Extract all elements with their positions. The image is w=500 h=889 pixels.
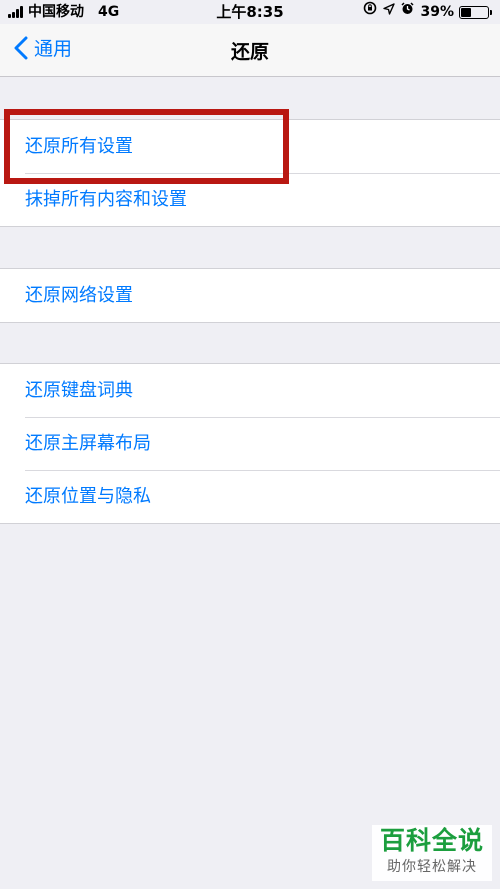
status-bar: 中国移动 4G 上午8:35 39% [0, 0, 500, 24]
reset-location-privacy-row[interactable]: 还原位置与隐私 [0, 470, 500, 523]
highlight-box [4, 109, 289, 184]
battery-tip [490, 9, 492, 15]
alarm-icon [401, 0, 415, 24]
page-title: 还原 [230, 41, 269, 63]
battery-percent: 39% [420, 4, 454, 20]
watermark-logo: 百科全说 助你轻松解决 [372, 825, 492, 881]
status-right: 39% [363, 0, 492, 24]
watermark-subtitle: 助你轻松解决 [387, 859, 477, 875]
reset-group-3: 还原键盘词典 还原主屏幕布局 还原位置与隐私 [0, 363, 500, 524]
reset-group-2: 还原网络设置 [0, 268, 500, 323]
battery-icon [459, 5, 489, 19]
reset-home-screen-layout-row[interactable]: 还原主屏幕布局 [0, 417, 500, 470]
watermark-title: 百科全说 [379, 826, 484, 855]
lock-rotation-icon [363, 0, 377, 24]
reset-network-settings-row[interactable]: 还原网络设置 [0, 269, 500, 322]
navigation-bar: 通用 还原 [0, 24, 500, 77]
reset-keyboard-dictionary-row[interactable]: 还原键盘词典 [0, 364, 500, 417]
location-icon [383, 0, 396, 24]
